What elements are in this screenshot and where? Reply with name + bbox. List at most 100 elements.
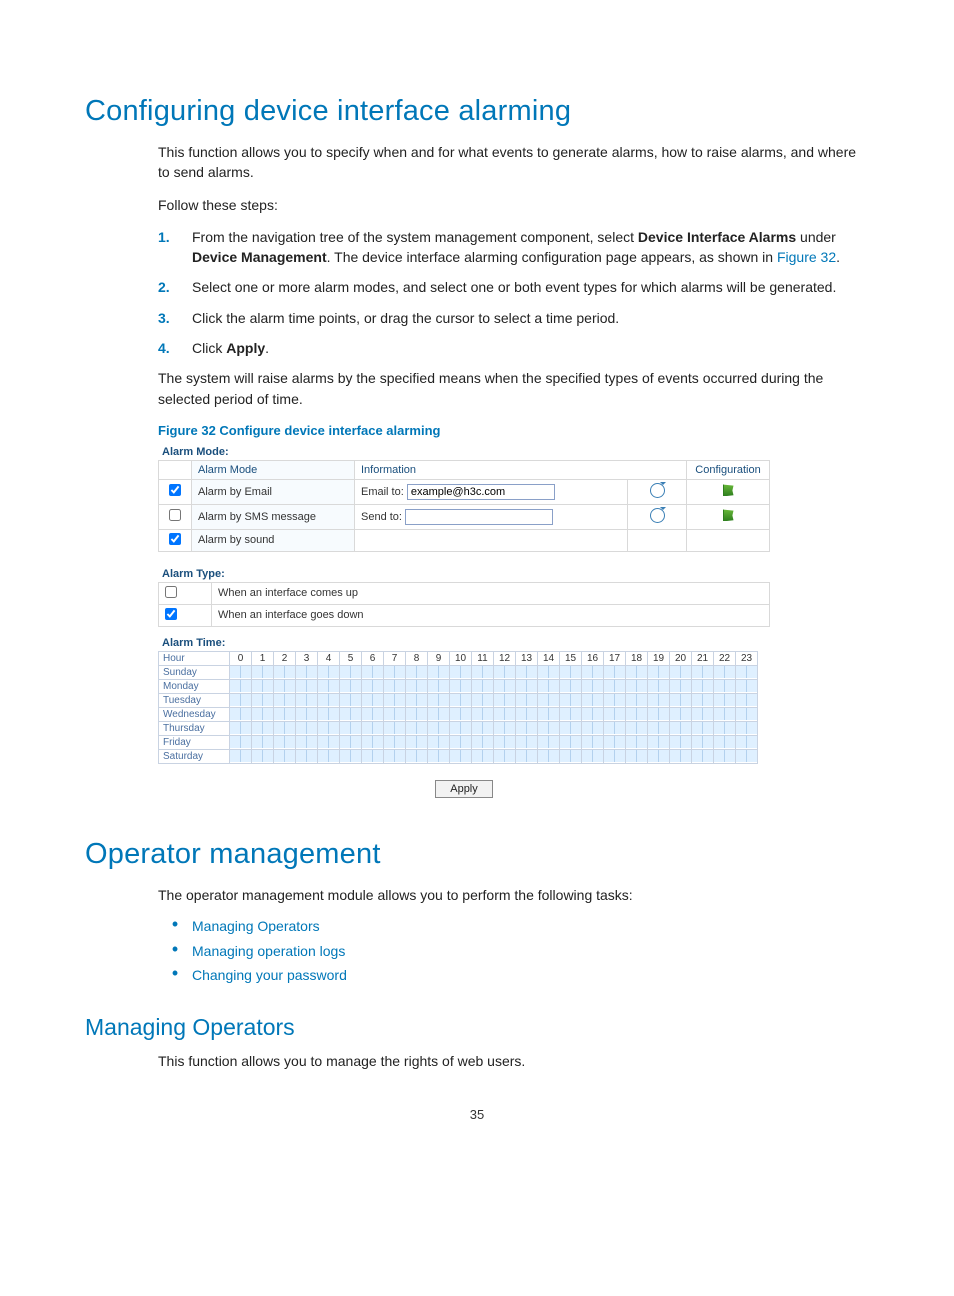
apply-button[interactable]: Apply bbox=[435, 780, 493, 798]
time-slot[interactable] bbox=[252, 665, 274, 679]
time-slot[interactable] bbox=[340, 735, 362, 749]
time-slot[interactable] bbox=[714, 693, 736, 707]
time-slot[interactable] bbox=[406, 749, 428, 763]
time-slot[interactable] bbox=[670, 735, 692, 749]
time-slot[interactable] bbox=[362, 679, 384, 693]
time-slot[interactable] bbox=[494, 707, 516, 721]
time-slot[interactable] bbox=[582, 679, 604, 693]
time-slot[interactable] bbox=[714, 735, 736, 749]
time-slot[interactable] bbox=[626, 679, 648, 693]
time-slot[interactable] bbox=[516, 749, 538, 763]
time-slot[interactable] bbox=[362, 707, 384, 721]
time-slot[interactable] bbox=[560, 679, 582, 693]
time-slot[interactable] bbox=[494, 749, 516, 763]
time-slot[interactable] bbox=[604, 735, 626, 749]
time-slot[interactable] bbox=[582, 707, 604, 721]
time-slot[interactable] bbox=[670, 679, 692, 693]
type-down-checkbox[interactable] bbox=[165, 608, 177, 620]
time-slot[interactable] bbox=[428, 693, 450, 707]
time-slot[interactable] bbox=[692, 735, 714, 749]
time-slot[interactable] bbox=[626, 749, 648, 763]
time-slot[interactable] bbox=[582, 721, 604, 735]
time-slot[interactable] bbox=[318, 735, 340, 749]
time-slot[interactable] bbox=[604, 679, 626, 693]
alarm-sound-checkbox[interactable] bbox=[169, 533, 181, 545]
time-slot[interactable] bbox=[450, 693, 472, 707]
time-slot[interactable] bbox=[494, 679, 516, 693]
time-slot[interactable] bbox=[230, 721, 252, 735]
time-slot[interactable] bbox=[252, 735, 274, 749]
time-slot[interactable] bbox=[648, 721, 670, 735]
email-to-input[interactable] bbox=[407, 484, 555, 500]
time-slot[interactable] bbox=[406, 735, 428, 749]
time-slot[interactable] bbox=[340, 707, 362, 721]
time-slot[interactable] bbox=[450, 721, 472, 735]
time-slot[interactable] bbox=[582, 693, 604, 707]
link-change-password[interactable]: Changing your password bbox=[192, 966, 347, 986]
config-flag-icon[interactable] bbox=[723, 484, 734, 496]
time-slot[interactable] bbox=[428, 749, 450, 763]
time-slot[interactable] bbox=[736, 665, 758, 679]
time-slot[interactable] bbox=[516, 693, 538, 707]
time-slot[interactable] bbox=[692, 749, 714, 763]
time-slot[interactable] bbox=[736, 735, 758, 749]
time-slot[interactable] bbox=[384, 679, 406, 693]
time-slot[interactable] bbox=[274, 707, 296, 721]
time-slot[interactable] bbox=[692, 707, 714, 721]
time-slot[interactable] bbox=[428, 721, 450, 735]
time-slot[interactable] bbox=[516, 735, 538, 749]
time-slot[interactable] bbox=[252, 693, 274, 707]
alarm-sms-checkbox[interactable] bbox=[169, 509, 181, 521]
time-slot[interactable] bbox=[560, 665, 582, 679]
time-slot[interactable] bbox=[340, 721, 362, 735]
time-slot[interactable] bbox=[670, 665, 692, 679]
time-slot[interactable] bbox=[274, 735, 296, 749]
time-slot[interactable] bbox=[406, 707, 428, 721]
link-managing-logs[interactable]: Managing operation logs bbox=[192, 942, 345, 962]
time-slot[interactable] bbox=[384, 735, 406, 749]
time-slot[interactable] bbox=[714, 707, 736, 721]
time-slot[interactable] bbox=[648, 735, 670, 749]
time-slot[interactable] bbox=[362, 721, 384, 735]
time-slot[interactable] bbox=[384, 665, 406, 679]
time-slot[interactable] bbox=[406, 665, 428, 679]
time-slot[interactable] bbox=[274, 749, 296, 763]
time-slot[interactable] bbox=[428, 707, 450, 721]
time-slot[interactable] bbox=[296, 693, 318, 707]
time-slot[interactable] bbox=[384, 721, 406, 735]
time-slot[interactable] bbox=[692, 679, 714, 693]
time-slot[interactable] bbox=[318, 707, 340, 721]
time-slot[interactable] bbox=[230, 707, 252, 721]
time-slot[interactable] bbox=[428, 735, 450, 749]
time-slot[interactable] bbox=[560, 749, 582, 763]
time-slot[interactable] bbox=[538, 721, 560, 735]
time-slot[interactable] bbox=[362, 665, 384, 679]
time-slot[interactable] bbox=[714, 665, 736, 679]
time-slot[interactable] bbox=[362, 693, 384, 707]
time-slot[interactable] bbox=[670, 707, 692, 721]
config-flag-icon[interactable] bbox=[723, 509, 734, 521]
time-slot[interactable] bbox=[472, 679, 494, 693]
time-slot[interactable] bbox=[538, 665, 560, 679]
time-slot[interactable] bbox=[472, 749, 494, 763]
time-slot[interactable] bbox=[516, 721, 538, 735]
time-slot[interactable] bbox=[538, 749, 560, 763]
time-slot[interactable] bbox=[582, 665, 604, 679]
time-slot[interactable] bbox=[538, 735, 560, 749]
send-to-input[interactable] bbox=[405, 509, 553, 525]
time-slot[interactable] bbox=[516, 665, 538, 679]
time-slot[interactable] bbox=[582, 735, 604, 749]
time-slot[interactable] bbox=[692, 721, 714, 735]
time-slot[interactable] bbox=[252, 749, 274, 763]
time-slot[interactable] bbox=[362, 749, 384, 763]
time-slot[interactable] bbox=[450, 749, 472, 763]
time-slot[interactable] bbox=[318, 721, 340, 735]
alarm-email-checkbox[interactable] bbox=[169, 484, 181, 496]
time-slot[interactable] bbox=[604, 665, 626, 679]
time-slot[interactable] bbox=[230, 679, 252, 693]
time-slot[interactable] bbox=[472, 721, 494, 735]
time-slot[interactable] bbox=[714, 721, 736, 735]
time-slot[interactable] bbox=[736, 721, 758, 735]
time-slot[interactable] bbox=[472, 693, 494, 707]
time-slot[interactable] bbox=[296, 679, 318, 693]
